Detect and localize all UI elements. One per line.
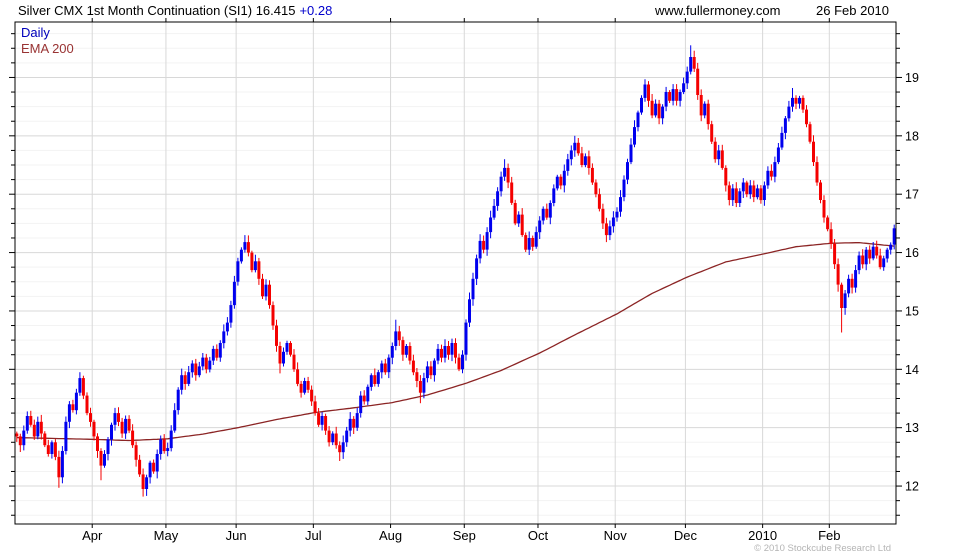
svg-text:Apr: Apr bbox=[82, 528, 103, 543]
svg-text:Dec: Dec bbox=[674, 528, 698, 543]
chart-legend: Daily EMA 200 bbox=[21, 25, 74, 57]
svg-text:Sep: Sep bbox=[453, 528, 476, 543]
svg-text:15: 15 bbox=[905, 304, 919, 318]
svg-text:18: 18 bbox=[905, 129, 919, 143]
svg-text:13: 13 bbox=[905, 421, 919, 435]
svg-text:Aug: Aug bbox=[379, 528, 402, 543]
horizontal-gridlines bbox=[15, 33, 896, 516]
svg-text:May: May bbox=[154, 528, 179, 543]
y-axis-ticks bbox=[9, 33, 902, 516]
chart-canvas: 12 13 14 15 16 17 18 19 Apr May Jun Jul Aug Sep Oct Nov… bbox=[9, 18, 919, 543]
legend-item-ema200: EMA 200 bbox=[21, 41, 74, 56]
svg-text:Jul: Jul bbox=[305, 528, 322, 543]
candlesticks bbox=[15, 45, 896, 497]
svg-text:2010: 2010 bbox=[748, 528, 777, 543]
month-gridlines bbox=[91, 18, 830, 528]
svg-text:Nov: Nov bbox=[604, 528, 628, 543]
plot-border bbox=[14, 21, 897, 525]
x-axis-labels: Apr May Jun Jul Aug Sep Oct Nov Dec 2010 Feb bbox=[82, 528, 840, 543]
svg-text:Feb: Feb bbox=[818, 528, 840, 543]
svg-text:Oct: Oct bbox=[528, 528, 549, 543]
y-axis-labels: 12 13 14 15 16 17 18 19 bbox=[905, 71, 919, 494]
svg-text:14: 14 bbox=[905, 363, 919, 377]
svg-text:12: 12 bbox=[905, 480, 919, 494]
legend-item-daily: Daily bbox=[21, 25, 50, 40]
chart-window: Silver CMX 1st Month Continuation (SI1) … bbox=[0, 0, 980, 560]
svg-text:Jun: Jun bbox=[226, 528, 247, 543]
svg-text:16: 16 bbox=[905, 246, 919, 260]
copyright-notice: © 2010 Stockcube Research Ltd bbox=[754, 543, 891, 554]
svg-text:19: 19 bbox=[905, 71, 919, 85]
svg-text:17: 17 bbox=[905, 188, 919, 202]
